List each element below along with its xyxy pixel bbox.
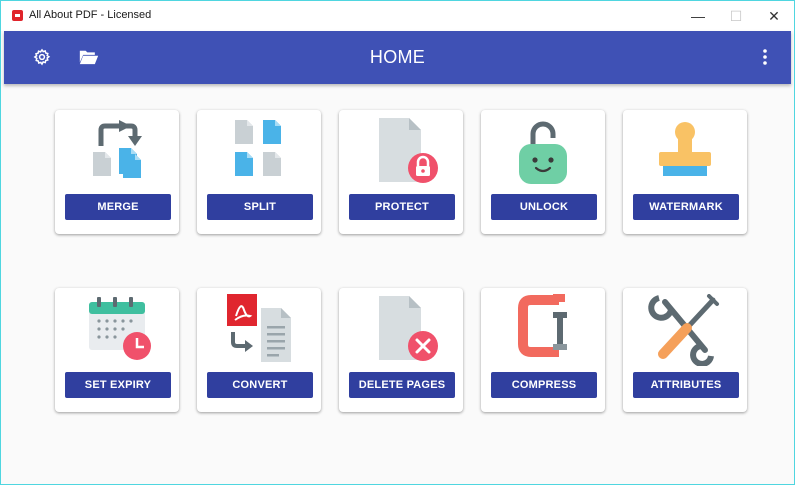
clamp-icon <box>518 294 567 357</box>
title-bar: All About PDF - Licensed — ☐ ✕ <box>1 1 794 31</box>
tool-card-merge: MERGE <box>55 110 179 234</box>
tools-icon <box>648 294 719 366</box>
merge-icon <box>93 120 142 178</box>
page-title: HOME <box>369 47 426 67</box>
tool-card-protect: PROTECT <box>339 110 463 234</box>
window-title: All About PDF - Licensed <box>29 9 152 21</box>
app-bar: HOME <box>4 31 791 84</box>
more-options-button[interactable] <box>752 44 778 70</box>
more-vert-icon <box>763 49 767 65</box>
tool-card-compress: COMPRESS <box>481 288 605 412</box>
tool-card-watermark: WATERMARK <box>623 110 747 234</box>
tool-card-set-expiry: SET EXPIRY <box>55 288 179 412</box>
maximize-button[interactable]: ☐ <box>716 1 756 31</box>
tool-card-attributes: ATTRIBUTES <box>623 288 747 412</box>
set-expiry-button[interactable]: SET EXPIRY <box>65 372 171 398</box>
attributes-button[interactable]: ATTRIBUTES <box>633 372 739 398</box>
delete-pages-icon <box>379 296 438 361</box>
delete-pages-button[interactable]: DELETE PAGES <box>349 372 455 398</box>
watermark-icon <box>659 122 711 176</box>
compress-button[interactable]: COMPRESS <box>491 372 597 398</box>
unlock-button[interactable]: UNLOCK <box>491 194 597 220</box>
convert-icon <box>227 294 291 362</box>
unlock-icon <box>519 121 567 184</box>
split-icon <box>235 120 281 176</box>
app-logo-icon <box>12 10 23 21</box>
convert-button[interactable]: CONVERT <box>207 372 313 398</box>
split-button[interactable]: SPLIT <box>207 194 313 220</box>
tool-card-delete-pages: DELETE PAGES <box>339 288 463 412</box>
minimize-button[interactable]: — <box>678 1 718 31</box>
app-window: All About PDF - Licensed — ☐ ✕ HOME MERG… <box>0 0 795 485</box>
protect-icon <box>379 118 438 183</box>
tool-card-split: SPLIT <box>197 110 321 234</box>
close-button[interactable]: ✕ <box>754 1 794 31</box>
merge-button[interactable]: MERGE <box>65 194 171 220</box>
protect-button[interactable]: PROTECT <box>349 194 455 220</box>
watermark-button[interactable]: WATERMARK <box>633 194 739 220</box>
calendar-clock-icon <box>89 297 151 360</box>
tool-card-unlock: UNLOCK <box>481 110 605 234</box>
tool-card-convert: CONVERT <box>197 288 321 412</box>
